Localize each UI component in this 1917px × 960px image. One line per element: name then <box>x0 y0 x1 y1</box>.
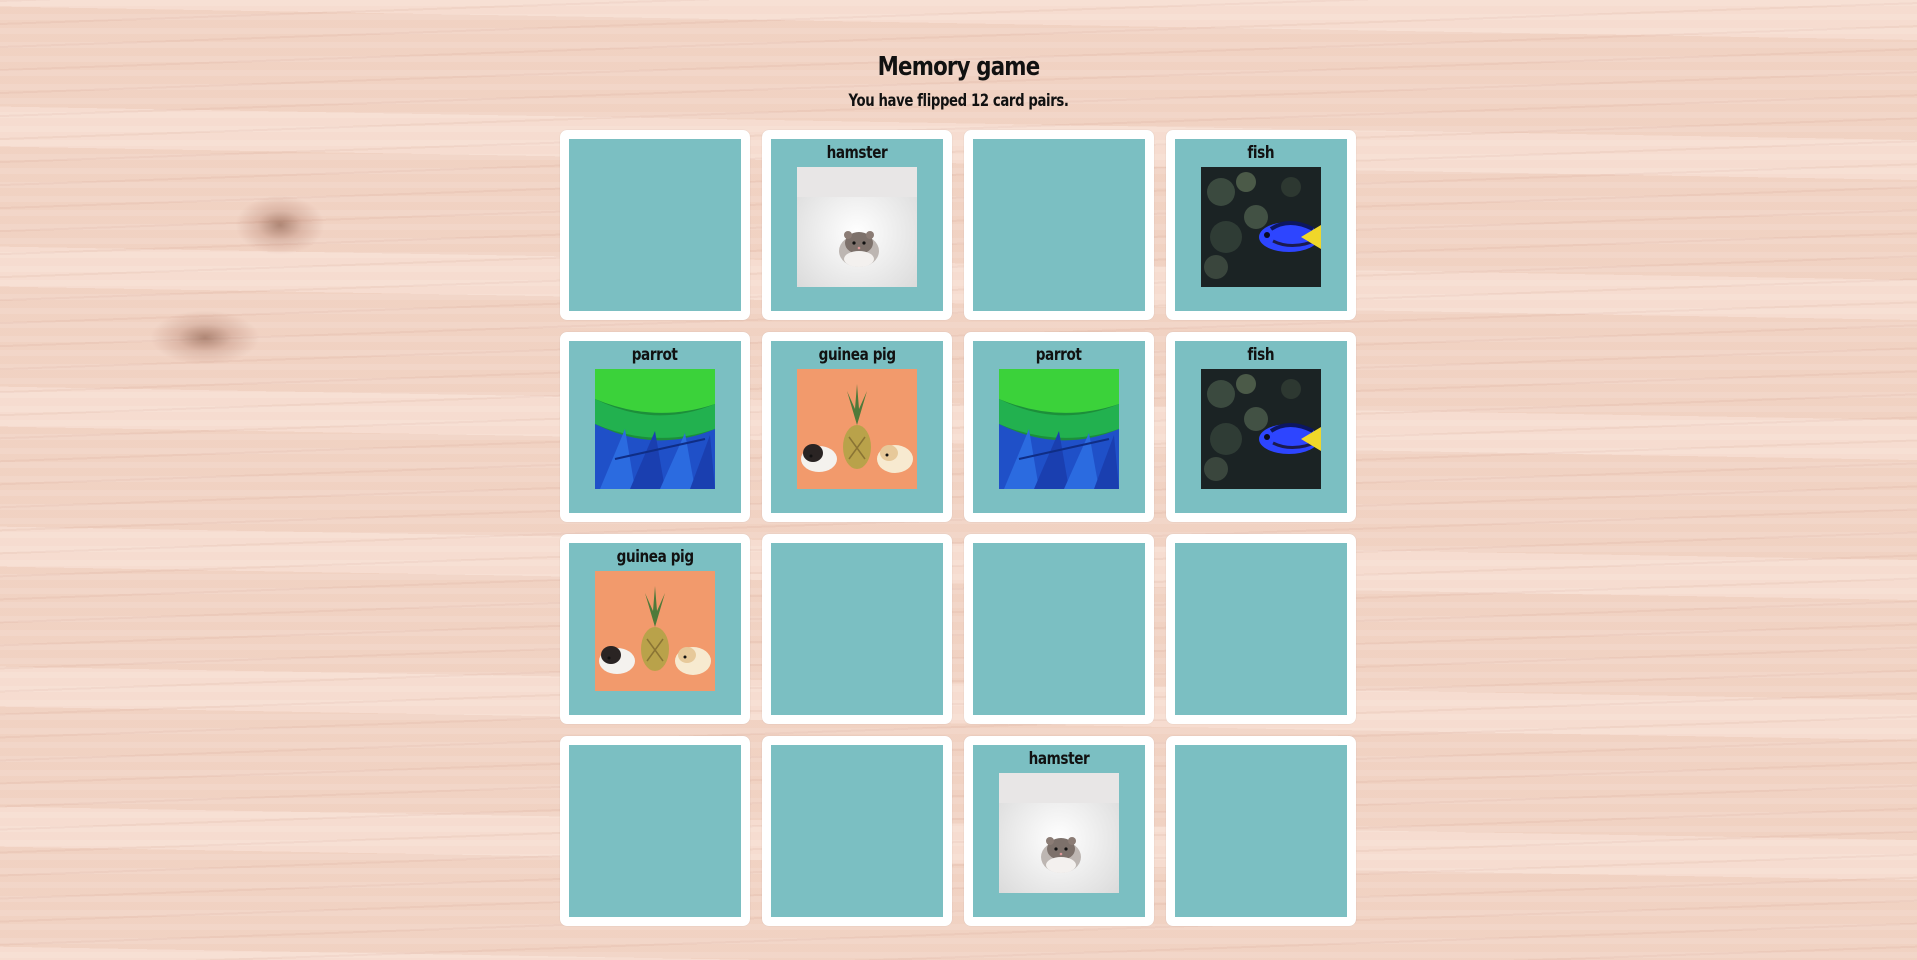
card-label: guinea pig <box>818 345 896 365</box>
parrot-photo-icon <box>595 369 715 489</box>
fish-photo-icon <box>1201 167 1321 287</box>
wood-knot <box>150 310 260 365</box>
card-label: guinea pig <box>616 547 694 567</box>
card-label: parrot <box>632 345 678 365</box>
hamster-photo-icon <box>797 167 917 287</box>
guinea-pig-photo-icon <box>595 571 715 691</box>
wood-knot <box>235 195 325 255</box>
guinea-pig-photo-icon <box>797 369 917 489</box>
page-title: Memory game <box>877 52 1041 82</box>
memory-card-facedown[interactable] <box>560 130 750 320</box>
card-label: fish <box>1247 345 1275 365</box>
memory-card-facedown[interactable] <box>1166 736 1356 926</box>
header: Memory game You have flipped 12 card pai… <box>0 52 1917 111</box>
memory-card[interactable]: hamster <box>762 130 952 320</box>
card-label: parrot <box>1036 345 1082 365</box>
fish-photo-icon <box>1201 369 1321 489</box>
card-label: fish <box>1247 143 1275 163</box>
parrot-photo-icon <box>999 369 1119 489</box>
card-grid: hamster fish parrot guinea pig parrot fi… <box>560 130 1357 926</box>
hamster-photo-icon <box>999 773 1119 893</box>
memory-card-facedown[interactable] <box>560 736 750 926</box>
memory-card-facedown[interactable] <box>1166 534 1356 724</box>
memory-card[interactable]: parrot <box>560 332 750 522</box>
memory-card-facedown[interactable] <box>964 130 1154 320</box>
flip-counter-status: You have flipped 12 card pairs. <box>848 91 1069 111</box>
memory-card[interactable]: guinea pig <box>762 332 952 522</box>
memory-card-facedown[interactable] <box>964 534 1154 724</box>
card-label: hamster <box>826 143 888 163</box>
memory-card[interactable]: guinea pig <box>560 534 750 724</box>
memory-card[interactable]: hamster <box>964 736 1154 926</box>
memory-card-facedown[interactable] <box>762 534 952 724</box>
memory-card[interactable]: parrot <box>964 332 1154 522</box>
memory-card[interactable]: fish <box>1166 130 1356 320</box>
card-label: hamster <box>1028 749 1090 769</box>
memory-card-facedown[interactable] <box>762 736 952 926</box>
memory-card[interactable]: fish <box>1166 332 1356 522</box>
